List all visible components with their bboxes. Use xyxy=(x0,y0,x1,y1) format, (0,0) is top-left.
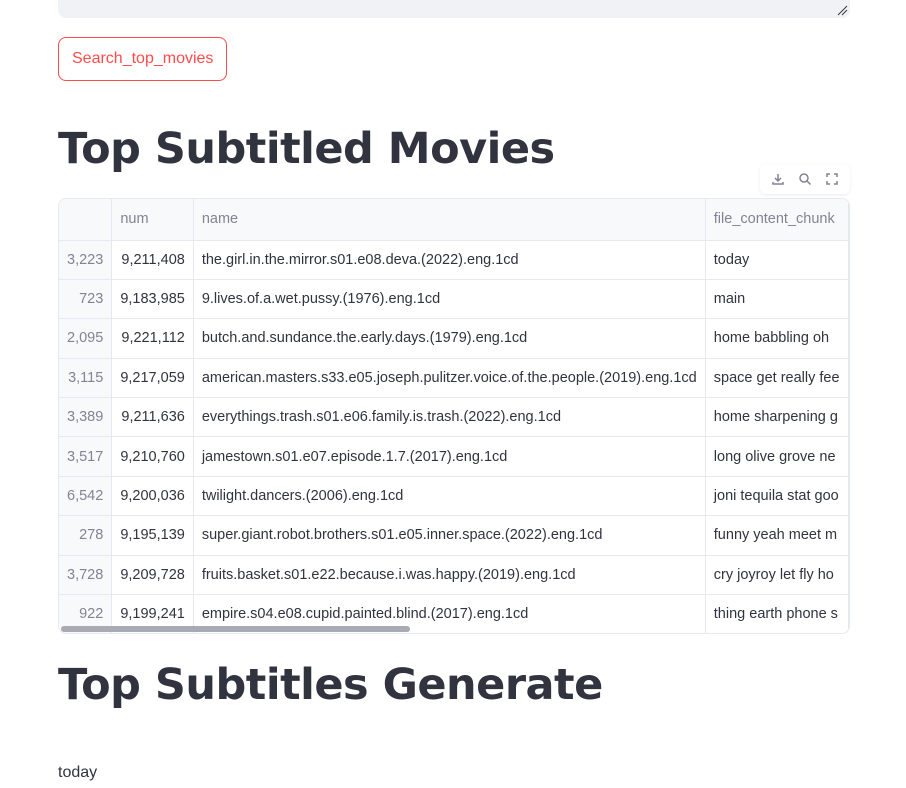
name-cell[interactable]: twilight.dancers.(2006).eng.1cd xyxy=(193,476,706,517)
num-column-header[interactable]: num xyxy=(111,199,194,241)
num-cell[interactable]: 9,183,985 xyxy=(111,279,194,320)
chunk-cell[interactable]: long olive grove ne xyxy=(705,436,849,477)
row-index: 278 xyxy=(59,515,113,556)
generate-heading: Top Subtitles Generate xyxy=(58,660,603,710)
row-index: 3,115 xyxy=(59,358,113,399)
table-row[interactable]: 3,115 9,217,059 american.masters.s33.e05… xyxy=(59,358,849,399)
search-top-movies-button[interactable]: Search_top_movies xyxy=(58,37,228,81)
chunk-cell[interactable]: joni tequila stat goo xyxy=(705,476,849,517)
row-index: 6,542 xyxy=(59,476,113,517)
resize-handle-icon[interactable] xyxy=(836,4,848,16)
chunk-column-header[interactable]: file_content_chunk xyxy=(705,199,849,241)
chunk-cell[interactable]: cry joyroy let fly ho xyxy=(705,555,849,596)
app-page: Search_top_movies Top Subtitled Movies n… xyxy=(0,0,906,788)
num-cell[interactable]: 9,195,139 xyxy=(111,515,194,556)
table-row[interactable]: 3,728 9,209,728 fruits.basket.s01.e22.be… xyxy=(59,555,849,596)
row-index: 3,517 xyxy=(59,436,113,477)
dataframe-toolbar xyxy=(760,164,850,194)
chunk-cell[interactable]: home babbling oh xyxy=(705,318,849,359)
table-row[interactable]: 278 9,195,139 super.giant.robot.brothers… xyxy=(59,515,849,556)
name-cell[interactable]: jamestown.s01.e07.episode.1.7.(2017).eng… xyxy=(193,436,706,477)
generated-subtitle-text: today xyxy=(58,764,98,781)
name-cell[interactable]: the.girl.in.the.mirror.s01.e08.deva.(202… xyxy=(193,240,706,280)
download-button[interactable] xyxy=(767,168,789,190)
num-cell[interactable]: 9,221,112 xyxy=(111,318,194,359)
chunk-cell[interactable]: funny yeah meet m xyxy=(705,515,849,556)
top-movies-heading: Top Subtitled Movies xyxy=(58,124,555,174)
table-header-row: num name file_content_chunk xyxy=(59,199,849,241)
table-row[interactable]: 3,517 9,210,760 jamestown.s01.e07.episod… xyxy=(59,436,849,477)
index-header[interactable] xyxy=(59,199,113,241)
chunk-cell[interactable]: home sharpening g xyxy=(705,397,849,438)
table-row[interactable]: 2,095 9,221,112 butch.and.sundance.the.e… xyxy=(59,318,849,359)
query-textarea[interactable] xyxy=(58,0,850,18)
row-index: 3,389 xyxy=(59,397,113,438)
horizontal-scrollbar[interactable] xyxy=(61,626,410,632)
fullscreen-button[interactable] xyxy=(821,168,843,190)
row-index: 3,728 xyxy=(59,555,113,596)
name-cell[interactable]: super.giant.robot.brothers.s01.e05.inner… xyxy=(193,515,706,556)
name-cell[interactable]: fruits.basket.s01.e22.because.i.was.happ… xyxy=(193,555,706,596)
name-cell[interactable]: 9.lives.of.a.wet.pussy.(1976).eng.1cd xyxy=(193,279,706,320)
movies-dataframe[interactable]: num name file_content_chunk 3,223 9,211,… xyxy=(58,198,850,634)
name-cell[interactable]: butch.and.sundance.the.early.days.(1979)… xyxy=(193,318,706,359)
row-index: 3,223 xyxy=(59,240,113,280)
row-index: 2,095 xyxy=(59,318,113,359)
chunk-cell[interactable]: space get really fee xyxy=(705,358,849,399)
table-search-button[interactable] xyxy=(794,168,816,190)
num-cell[interactable]: 9,200,036 xyxy=(111,476,194,517)
num-cell[interactable]: 9,211,408 xyxy=(111,240,194,280)
fullscreen-icon xyxy=(826,173,839,185)
chunk-cell[interactable]: thing earth phone s xyxy=(705,594,849,633)
table-row[interactable]: 6,542 9,200,036 twilight.dancers.(2006).… xyxy=(59,476,849,517)
name-cell[interactable]: everythings.trash.s01.e06.family.is.tras… xyxy=(193,397,706,438)
table-row[interactable]: 723 9,183,985 9.lives.of.a.wet.pussy.(19… xyxy=(59,279,849,320)
search-icon xyxy=(799,173,812,186)
num-cell[interactable]: 9,217,059 xyxy=(111,358,194,399)
num-cell[interactable]: 9,209,728 xyxy=(111,555,194,596)
name-cell[interactable]: american.masters.s33.e05.joseph.pulitzer… xyxy=(193,358,706,399)
num-cell[interactable]: 9,210,760 xyxy=(111,436,194,477)
chunk-cell[interactable]: main xyxy=(705,279,849,320)
table-row[interactable]: 3,223 9,211,408 the.girl.in.the.mirror.s… xyxy=(59,240,849,280)
num-cell[interactable]: 9,211,636 xyxy=(111,397,194,438)
table-row[interactable]: 3,389 9,211,636 everythings.trash.s01.e0… xyxy=(59,397,849,438)
row-index: 723 xyxy=(59,279,113,320)
download-icon xyxy=(771,174,784,185)
movies-table: num name file_content_chunk 3,223 9,211,… xyxy=(59,199,849,633)
name-column-header[interactable]: name xyxy=(193,199,706,241)
chunk-cell[interactable]: today xyxy=(705,240,849,280)
